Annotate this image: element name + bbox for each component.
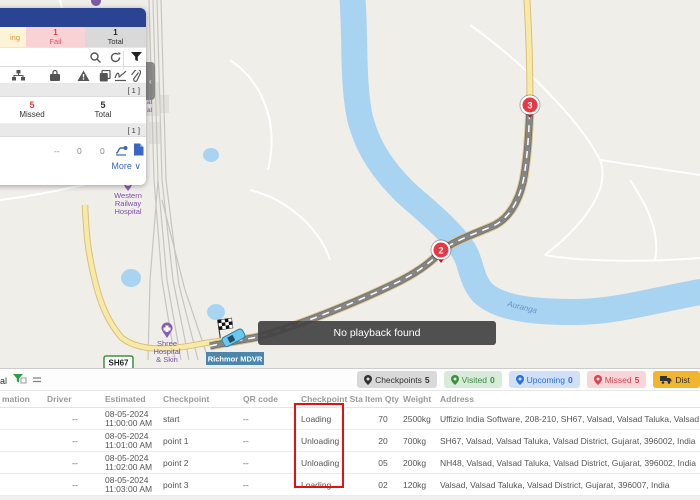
pill-missed[interactable]: Missed5 — [587, 371, 647, 388]
pin-icon — [516, 375, 524, 385]
svg-text:SH67: SH67 — [108, 359, 129, 368]
map-label-clipped: al al — [147, 99, 152, 115]
toast-no-playback: No playback found — [258, 321, 496, 345]
vehicle-label: Richmor MDVR — [206, 352, 264, 365]
pin-icon — [364, 375, 372, 385]
warning-icon[interactable] — [77, 69, 90, 87]
panel-icon-toolbar — [0, 67, 146, 84]
table-row[interactable]: -- 08-05-202411:02:00 AM point 2 -- Unlo… — [0, 452, 700, 474]
route-icon[interactable] — [115, 143, 129, 158]
table-row[interactable]: -- 08-05-202411:00:00 AM start -- Loadin… — [0, 408, 700, 430]
svg-text:Hospital: Hospital — [114, 207, 141, 216]
tab-total[interactable]: 1 Total — [85, 27, 146, 47]
svg-text:3: 3 — [527, 101, 532, 111]
toolbar-left-label: al — [0, 376, 7, 386]
pill-checkpoints[interactable]: Checkpoints5 — [357, 371, 437, 388]
panel-count-bar-2: [ 1 ] — [0, 124, 146, 137]
table-toolbar: al Checkpoints5 Visited0 Upcoming0 — [0, 369, 700, 391]
bottom-value-2: 0 — [100, 146, 105, 156]
copy-icon[interactable] — [99, 69, 111, 87]
vehicle-info-panel: ing 1 Fail 1 Total — [0, 8, 146, 185]
bottom-value-1: 0 — [77, 146, 82, 156]
table-row[interactable]: -- 08-05-202411:03:00 AM point 3 -- Load… — [0, 474, 700, 496]
menu-icon[interactable] — [32, 375, 42, 387]
signature-icon[interactable] — [114, 69, 127, 87]
table-header-row: mation Driver Estimated Checkpoint QR co… — [0, 391, 700, 408]
col-checkpoint-state: Checkpoint State — [299, 394, 363, 404]
pill-upcoming[interactable]: Upcoming0 — [509, 371, 580, 388]
tab-pending-label: ing — [0, 33, 20, 42]
truck-icon — [660, 375, 672, 384]
green-filter-icon[interactable] — [12, 373, 27, 388]
bottom-dash: -- — [54, 146, 60, 156]
pill-distance[interactable]: Dist — [653, 371, 700, 388]
more-link[interactable]: More ∨ — [111, 161, 141, 172]
svg-text:Richmor MDVR: Richmor MDVR — [208, 355, 263, 364]
table-row[interactable]: 08-05-2024 end Uffizio India Software, 2… — [0, 496, 700, 500]
svg-text:2: 2 — [438, 246, 443, 256]
pin-icon — [451, 375, 459, 385]
attachment-icon[interactable] — [130, 69, 141, 87]
briefcase-icon[interactable] — [49, 69, 61, 87]
panel-header — [0, 8, 146, 27]
stat-missed: 5 Missed — [10, 100, 54, 119]
svg-text:& Skin: & Skin — [156, 355, 178, 364]
panel-status-tabs: ing 1 Fail 1 Total — [0, 27, 146, 48]
col-weight: Weight — [401, 394, 438, 404]
pin-icon — [594, 375, 602, 385]
search-input[interactable] — [0, 50, 86, 64]
tab-total-label: Total — [85, 37, 146, 46]
sitemap-icon[interactable] — [12, 69, 25, 87]
tab-fail[interactable]: 1 Fail — [26, 27, 85, 47]
tab-pending[interactable]: ing — [0, 27, 26, 47]
panel-bottom-row: -- 0 0 More ∨ — [0, 137, 146, 185]
panel-search-row — [0, 48, 146, 67]
col-qr-code: QR code — [241, 394, 299, 404]
pill-visited[interactable]: Visited0 — [444, 371, 502, 388]
col-information: mation — [0, 394, 45, 404]
stat-total: 5 Total — [81, 100, 125, 119]
road-shield-sh67: SH67 — [104, 356, 133, 368]
col-estimated: Estimated — [103, 394, 161, 404]
checkpoint-table-panel: al Checkpoints5 Visited0 Upcoming0 — [0, 368, 700, 500]
panel-collapse-handle[interactable]: ‹ — [146, 62, 155, 100]
tab-fail-label: Fail — [26, 37, 85, 46]
col-item-qty: Item Qty — [363, 394, 401, 404]
col-address: Address — [438, 394, 700, 404]
report-icon[interactable] — [133, 143, 144, 158]
table-row[interactable]: -- 08-05-202411:01:00 AM point 1 -- Unlo… — [0, 430, 700, 452]
panel-missed-stats: 5 Missed 5 Total — [0, 97, 146, 124]
col-checkpoint: Checkpoint — [161, 394, 241, 404]
col-driver: Driver — [45, 394, 103, 404]
